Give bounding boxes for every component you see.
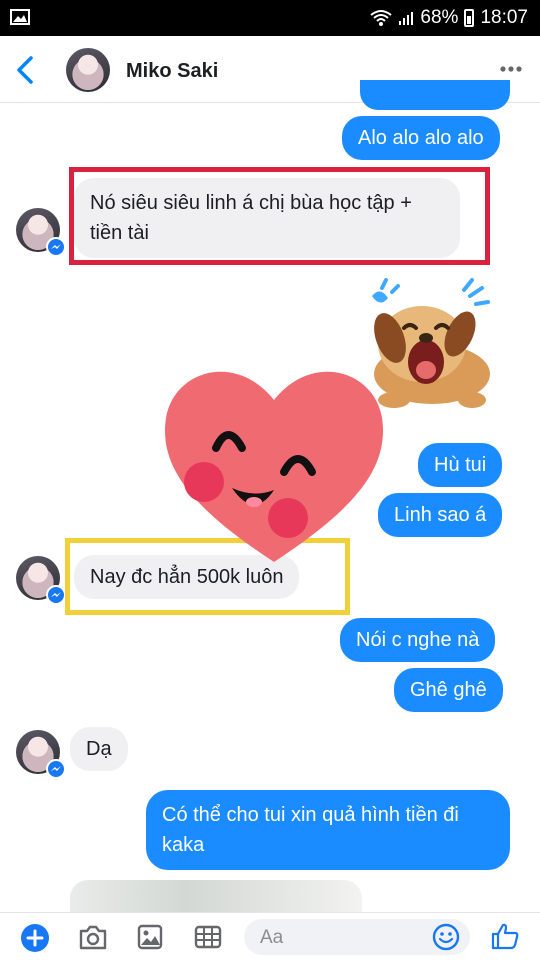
camera-icon[interactable] [78,923,108,951]
gallery-icon[interactable] [136,923,164,951]
image-notification-icon [10,9,30,25]
messenger-badge-icon [46,237,66,257]
more-icon[interactable] [500,66,522,72]
clock: 18:07 [480,7,528,28]
outgoing-message[interactable]: Có thể cho tui xin quả hình tiền đi kaka [146,790,510,870]
contact-avatar[interactable] [66,48,110,92]
partial-outgoing-bubble [360,80,510,110]
wifi-icon [370,10,393,26]
message-composer [0,912,540,960]
message-input[interactable] [258,923,412,953]
emoji-icon[interactable] [432,923,460,951]
messenger-badge-icon [46,759,66,779]
battery-percentage: 68% [420,7,459,28]
messenger-badge-icon [46,585,66,605]
battery-icon [464,9,475,27]
contact-name[interactable]: Miko Saki [126,60,218,83]
outgoing-message[interactable]: Alo alo alo alo [342,116,500,160]
thumbs-up-icon[interactable] [490,921,520,951]
highlight-red-box [69,167,490,265]
keyboard-icon[interactable] [194,923,222,951]
outgoing-message[interactable]: Hù tui [418,443,503,487]
plus-icon[interactable] [20,923,50,953]
back-icon[interactable] [14,56,36,84]
outgoing-message[interactable]: Ghê ghê [394,668,503,712]
status-bar-right: 68% 18:07 [370,6,528,30]
message-input-field[interactable] [244,919,470,955]
outgoing-message[interactable]: Nói c nghe nà [340,618,496,662]
status-bar: 68% 18:07 [0,0,540,36]
incoming-message[interactable]: Dạ [70,727,128,771]
outgoing-message[interactable]: Linh sao á [378,493,503,537]
messenger-screen: 68% 18:07 Miko Saki Alo alo alo alo Nó s… [0,0,540,960]
heart-face-sticker [164,371,384,562]
signal-icon [399,12,414,25]
